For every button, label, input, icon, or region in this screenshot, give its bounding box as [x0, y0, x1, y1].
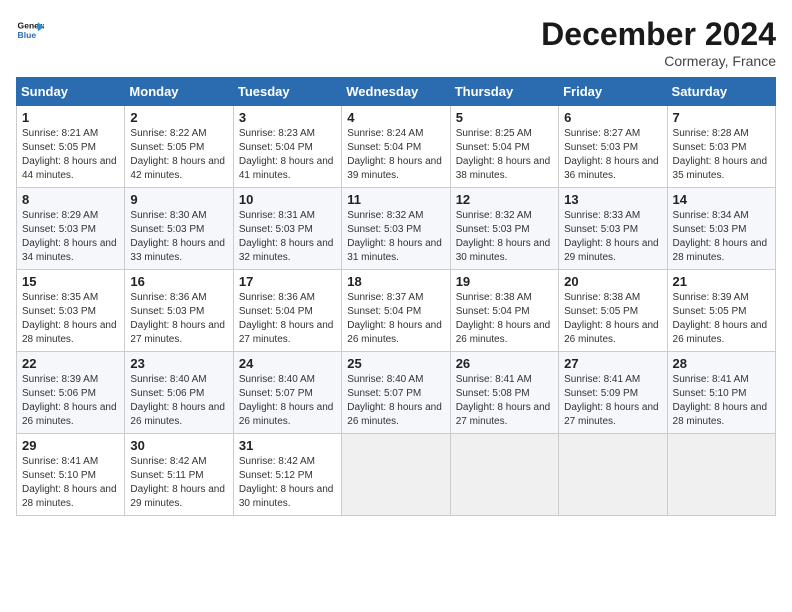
table-row: 4Sunrise: 8:24 AMSunset: 5:04 PMDaylight…: [342, 106, 450, 188]
table-row: 12Sunrise: 8:32 AMSunset: 5:03 PMDayligh…: [450, 188, 558, 270]
logo: General Blue: [16, 16, 44, 44]
table-row: 13Sunrise: 8:33 AMSunset: 5:03 PMDayligh…: [559, 188, 667, 270]
calendar-table: Sunday Monday Tuesday Wednesday Thursday…: [16, 77, 776, 516]
col-thursday: Thursday: [450, 78, 558, 106]
logo-icon: General Blue: [16, 16, 44, 44]
table-row: 22Sunrise: 8:39 AMSunset: 5:06 PMDayligh…: [17, 352, 125, 434]
table-row: 9Sunrise: 8:30 AMSunset: 5:03 PMDaylight…: [125, 188, 233, 270]
table-row: 31Sunrise: 8:42 AMSunset: 5:12 PMDayligh…: [233, 434, 341, 516]
table-row: 15Sunrise: 8:35 AMSunset: 5:03 PMDayligh…: [17, 270, 125, 352]
table-row: 21Sunrise: 8:39 AMSunset: 5:05 PMDayligh…: [667, 270, 775, 352]
table-row: 5Sunrise: 8:25 AMSunset: 5:04 PMDaylight…: [450, 106, 558, 188]
col-monday: Monday: [125, 78, 233, 106]
table-row: 24Sunrise: 8:40 AMSunset: 5:07 PMDayligh…: [233, 352, 341, 434]
svg-text:Blue: Blue: [18, 30, 37, 40]
header: General Blue December 2024 Cormeray, Fra…: [16, 16, 776, 69]
table-row: 7Sunrise: 8:28 AMSunset: 5:03 PMDaylight…: [667, 106, 775, 188]
month-title: December 2024: [541, 16, 776, 53]
table-row: [667, 434, 775, 516]
table-row: 11Sunrise: 8:32 AMSunset: 5:03 PMDayligh…: [342, 188, 450, 270]
table-row: 28Sunrise: 8:41 AMSunset: 5:10 PMDayligh…: [667, 352, 775, 434]
table-row: 3Sunrise: 8:23 AMSunset: 5:04 PMDaylight…: [233, 106, 341, 188]
table-row: [342, 434, 450, 516]
table-row: 18Sunrise: 8:37 AMSunset: 5:04 PMDayligh…: [342, 270, 450, 352]
location: Cormeray, France: [541, 53, 776, 69]
table-row: 20Sunrise: 8:38 AMSunset: 5:05 PMDayligh…: [559, 270, 667, 352]
table-row: 10Sunrise: 8:31 AMSunset: 5:03 PMDayligh…: [233, 188, 341, 270]
table-row: 17Sunrise: 8:36 AMSunset: 5:04 PMDayligh…: [233, 270, 341, 352]
table-row: [559, 434, 667, 516]
col-saturday: Saturday: [667, 78, 775, 106]
table-row: 2Sunrise: 8:22 AMSunset: 5:05 PMDaylight…: [125, 106, 233, 188]
table-row: 26Sunrise: 8:41 AMSunset: 5:08 PMDayligh…: [450, 352, 558, 434]
col-wednesday: Wednesday: [342, 78, 450, 106]
table-row: 14Sunrise: 8:34 AMSunset: 5:03 PMDayligh…: [667, 188, 775, 270]
table-row: 1Sunrise: 8:21 AMSunset: 5:05 PMDaylight…: [17, 106, 125, 188]
table-row: 27Sunrise: 8:41 AMSunset: 5:09 PMDayligh…: [559, 352, 667, 434]
table-row: 29Sunrise: 8:41 AMSunset: 5:10 PMDayligh…: [17, 434, 125, 516]
table-row: 8Sunrise: 8:29 AMSunset: 5:03 PMDaylight…: [17, 188, 125, 270]
table-row: 25Sunrise: 8:40 AMSunset: 5:07 PMDayligh…: [342, 352, 450, 434]
header-row: Sunday Monday Tuesday Wednesday Thursday…: [17, 78, 776, 106]
table-row: 23Sunrise: 8:40 AMSunset: 5:06 PMDayligh…: [125, 352, 233, 434]
table-row: 16Sunrise: 8:36 AMSunset: 5:03 PMDayligh…: [125, 270, 233, 352]
table-row: 30Sunrise: 8:42 AMSunset: 5:11 PMDayligh…: [125, 434, 233, 516]
col-tuesday: Tuesday: [233, 78, 341, 106]
title-area: December 2024 Cormeray, France: [541, 16, 776, 69]
col-sunday: Sunday: [17, 78, 125, 106]
col-friday: Friday: [559, 78, 667, 106]
table-row: 19Sunrise: 8:38 AMSunset: 5:04 PMDayligh…: [450, 270, 558, 352]
table-row: 6Sunrise: 8:27 AMSunset: 5:03 PMDaylight…: [559, 106, 667, 188]
table-row: [450, 434, 558, 516]
